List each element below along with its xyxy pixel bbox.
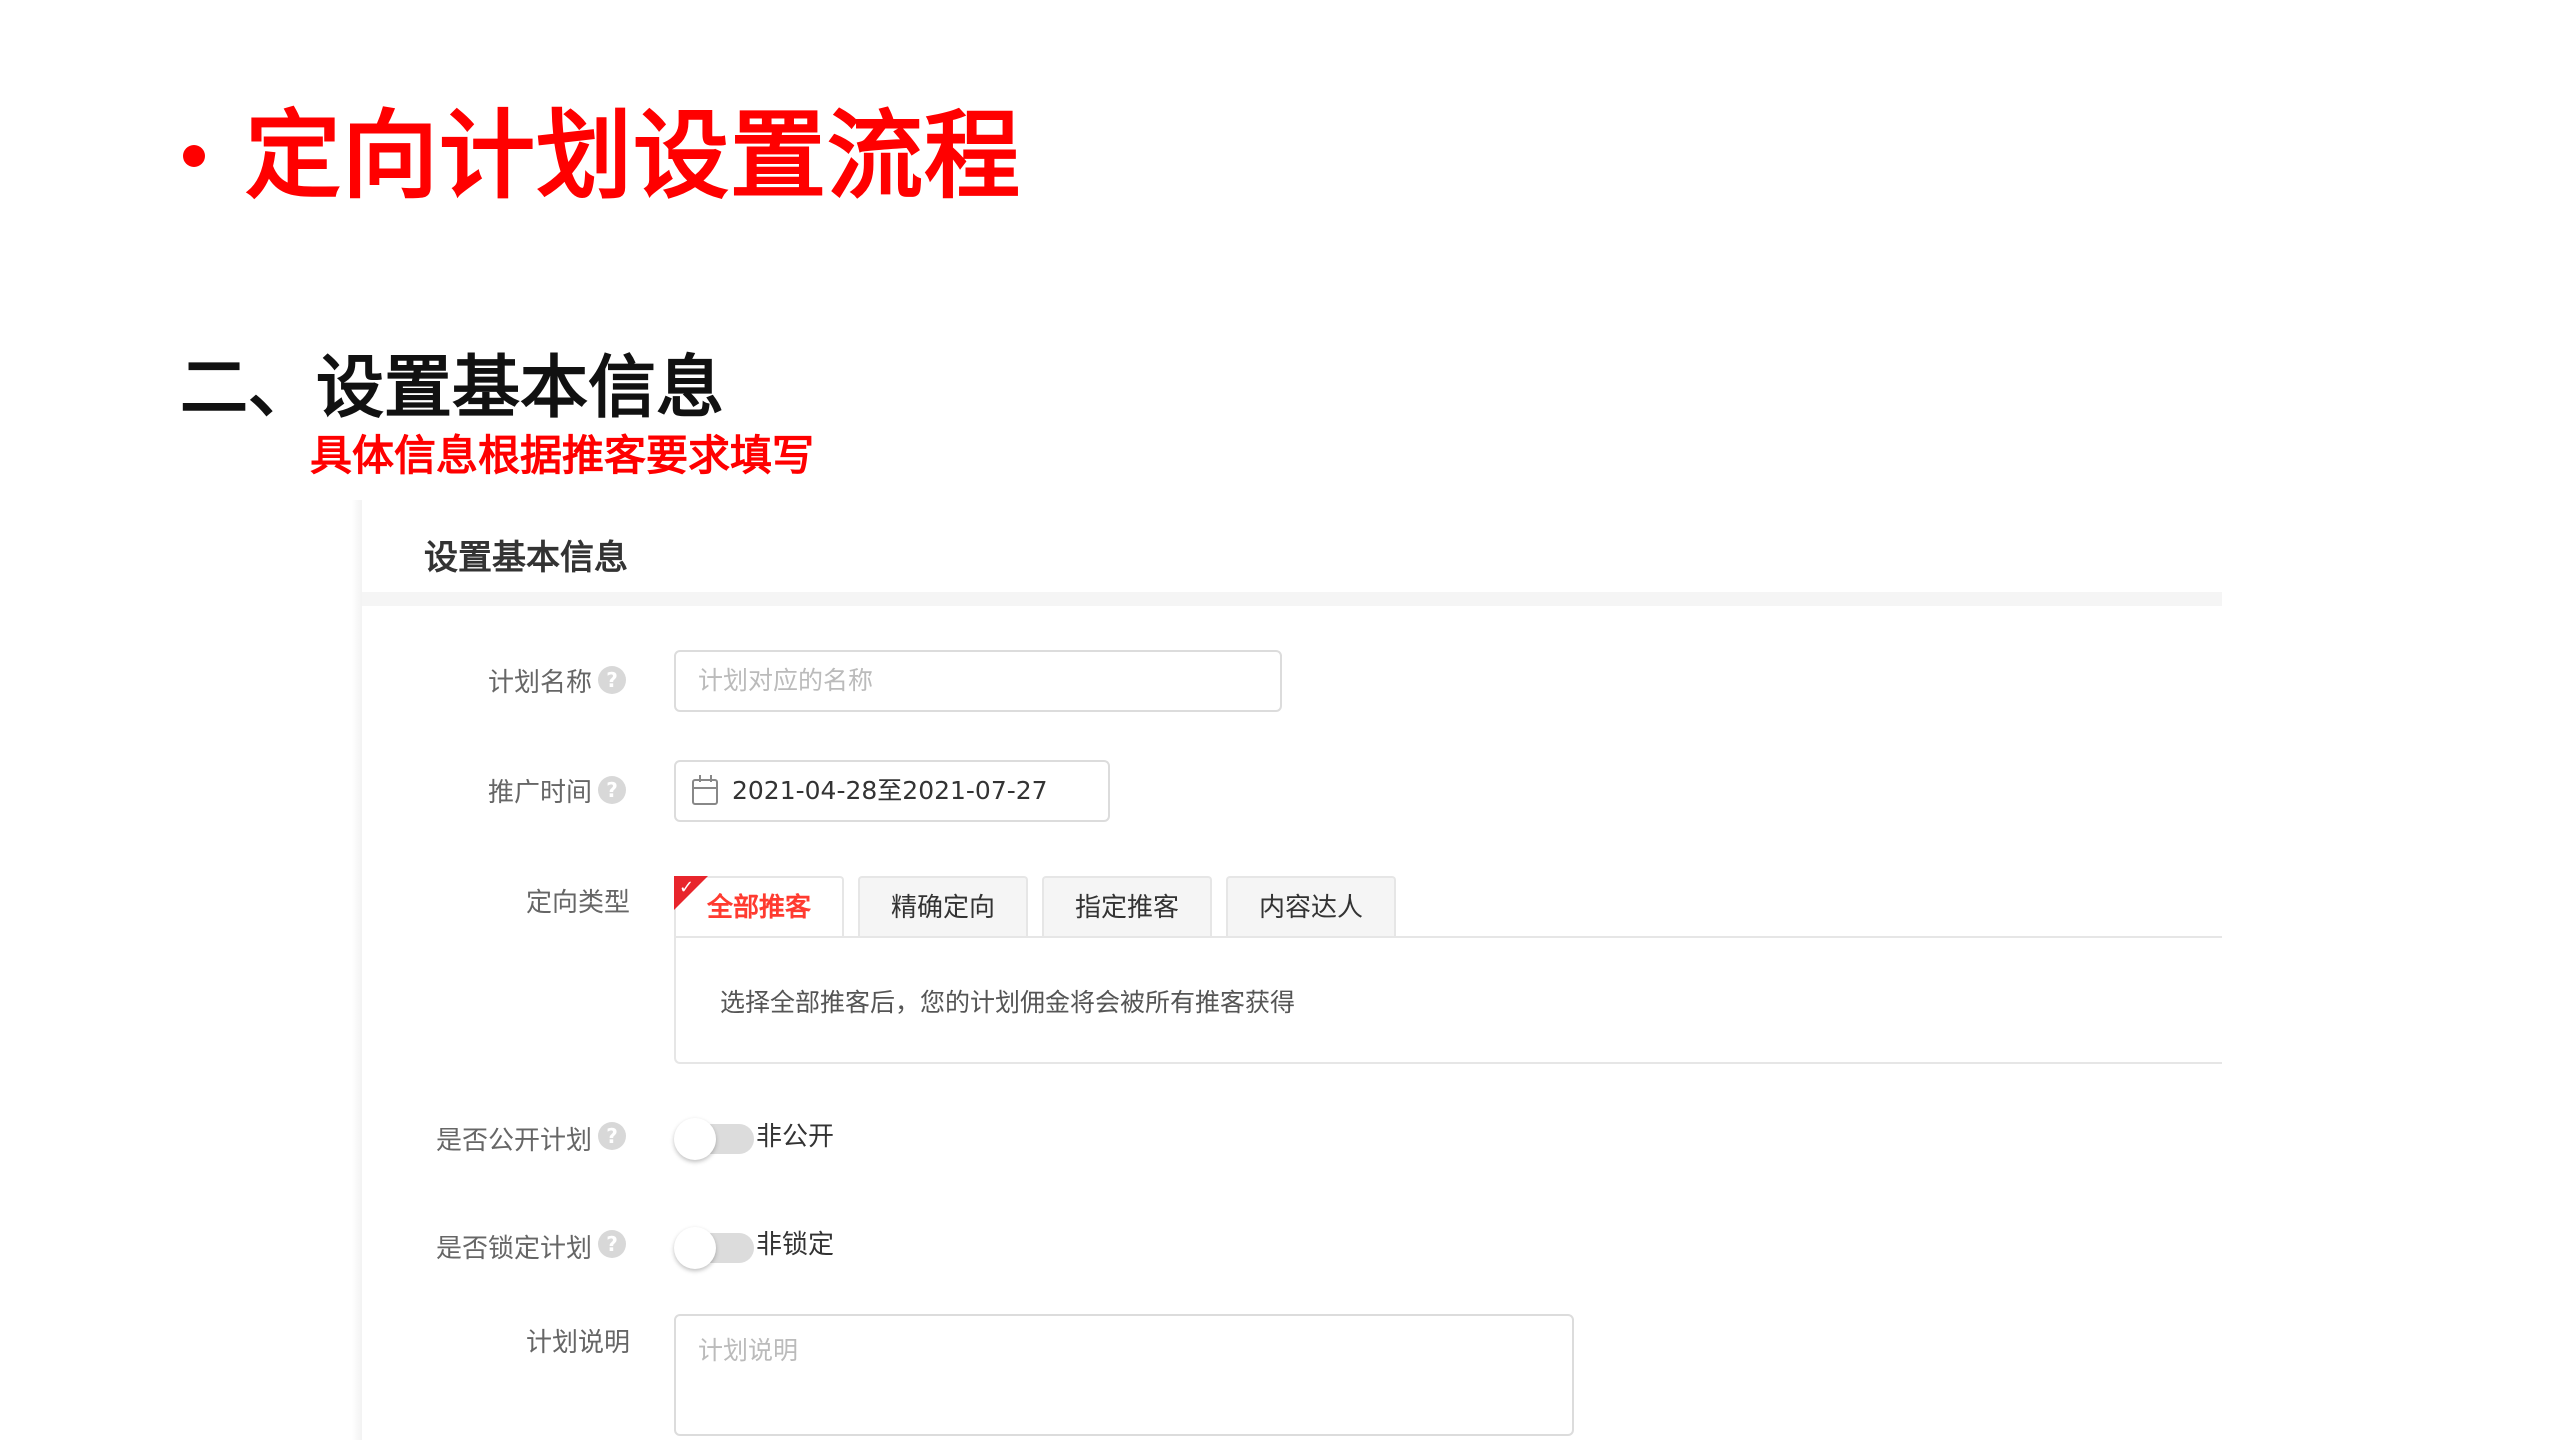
tab-precise-targeting[interactable]: 精确定向 [858,876,1028,936]
lock-toggle-label: 非锁定 [756,1230,835,1260]
plan-name-label: 计划名称 [487,668,592,698]
public-plan-label: 是否公开计划 [435,1126,592,1156]
question-circle-icon[interactable]: ? [598,1122,626,1150]
lock-toggle[interactable] [674,1227,754,1269]
slide-title-text: 定向计划设置流程 [245,100,1021,212]
toggle-knob [674,1118,716,1160]
locked-plan-label: 是否锁定计划 [435,1234,592,1264]
tab-label: 精确定向 [890,893,995,923]
question-circle-icon[interactable]: ? [598,666,626,694]
section-title: 二、设置基本信息 [180,349,725,428]
public-toggle[interactable] [674,1118,754,1160]
target-type-label: 定向类型 [525,888,630,918]
bullet-icon [183,145,205,167]
panel-title: 设置基本信息 [424,538,628,578]
calendar-icon [692,775,718,805]
plan-name-input[interactable]: 计划对应的名称 [674,650,1282,712]
target-type-tabs: ✓ 全部推客 精确定向 指定推客 内容达人 [674,876,2222,938]
tab-all-promoters[interactable]: ✓ 全部推客 [674,876,844,936]
panel-header: 设置基本信息 [362,500,2222,592]
target-type-description: 选择全部推客后，您的计划佣金将会被所有推客获得 [720,988,1296,1017]
tab-label: 指定推客 [1074,893,1179,923]
plan-name-placeholder: 计划对应的名称 [698,666,874,695]
plan-desc-placeholder: 计划说明 [698,1336,799,1365]
panel-divider [362,592,2222,606]
toggle-knob [674,1227,716,1269]
promo-time-label: 推广时间 [487,778,592,808]
slide-title: 定向计划设置流程 [183,108,1021,204]
tab-label: 全部推客 [706,893,811,923]
target-type-panel: 选择全部推客后，您的计划佣金将会被所有推客获得 [674,936,2222,1064]
question-circle-icon[interactable]: ? [598,1230,626,1258]
basic-info-panel: 设置基本信息 计划名称 ? 计划对应的名称 推广时间 ? 2021-04-28至… [362,500,2222,1440]
tab-content-creators[interactable]: 内容达人 [1226,876,1396,936]
tab-specified-promoters[interactable]: 指定推客 [1042,876,1212,936]
section-subtitle: 具体信息根据推客要求填写 [310,431,815,480]
question-circle-icon[interactable]: ? [598,776,626,804]
date-range-value: 2021-04-28至2021-07-27 [732,776,1048,805]
date-range-picker[interactable]: 2021-04-28至2021-07-27 [674,760,1110,822]
plan-desc-label: 计划说明 [525,1328,630,1358]
public-toggle-label: 非公开 [756,1122,835,1152]
tab-label: 内容达人 [1258,893,1363,923]
plan-desc-textarea[interactable]: 计划说明 [674,1314,1574,1436]
check-icon: ✓ [679,877,695,898]
panel-shadow [352,500,362,1440]
